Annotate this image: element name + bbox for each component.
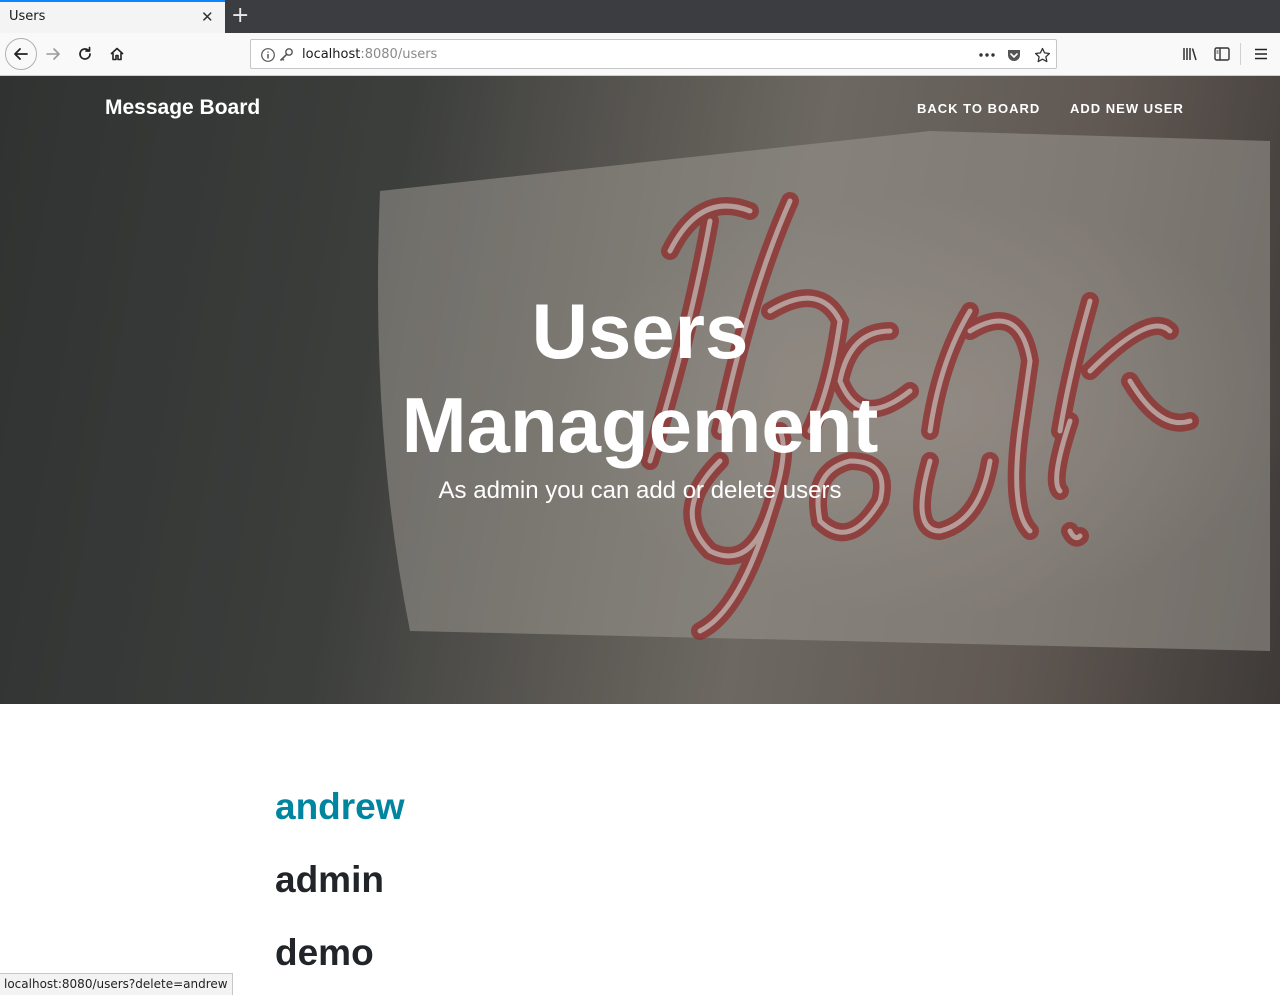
hero-header: Message Board BACK TO BOARD ADD NEW USER… bbox=[0, 76, 1280, 704]
new-tab-icon[interactable]: + bbox=[231, 3, 249, 29]
home-icon[interactable] bbox=[101, 38, 133, 70]
close-tab-icon[interactable]: ✕ bbox=[201, 8, 214, 26]
back-icon[interactable] bbox=[5, 38, 37, 70]
browser-toolbar: localhost:8080/users bbox=[0, 33, 1280, 76]
page-actions-icon[interactable] bbox=[977, 45, 997, 65]
tab-title: Users bbox=[9, 9, 46, 24]
page-title-line-2: Management bbox=[401, 381, 879, 469]
user-link-admin[interactable]: admin bbox=[275, 859, 384, 901]
library-icon[interactable] bbox=[1174, 38, 1206, 70]
site-brand-link[interactable]: Message Board bbox=[105, 96, 260, 120]
reload-icon[interactable] bbox=[69, 38, 101, 70]
user-link-demo[interactable]: demo bbox=[275, 932, 374, 974]
page-title-line-1: Users bbox=[531, 287, 749, 375]
info-icon[interactable] bbox=[258, 45, 278, 65]
key-icon[interactable] bbox=[276, 45, 296, 65]
page-title: Users Management bbox=[340, 284, 940, 472]
menu-icon[interactable] bbox=[1245, 38, 1277, 70]
user-link-andrew[interactable]: andrew bbox=[275, 786, 405, 828]
add-new-user-link[interactable]: ADD NEW USER bbox=[1070, 101, 1184, 116]
page-subtitle: As admin you can add or delete users bbox=[438, 477, 842, 504]
browser-tab[interactable]: Users ✕ bbox=[0, 0, 225, 33]
toolbar-divider bbox=[1240, 43, 1241, 65]
sidebar-icon[interactable] bbox=[1206, 38, 1238, 70]
url-text: localhost:8080/users bbox=[302, 47, 438, 62]
forward-icon[interactable] bbox=[37, 38, 69, 70]
back-to-board-link[interactable]: BACK TO BOARD bbox=[917, 101, 1040, 116]
bookmark-star-icon[interactable] bbox=[1032, 45, 1052, 65]
tab-bar: Users ✕ + bbox=[0, 0, 1280, 33]
pocket-icon[interactable] bbox=[1004, 45, 1024, 65]
url-bar[interactable]: localhost:8080/users bbox=[250, 39, 1057, 69]
status-bar: localhost:8080/users?delete=andrew bbox=[0, 973, 233, 995]
